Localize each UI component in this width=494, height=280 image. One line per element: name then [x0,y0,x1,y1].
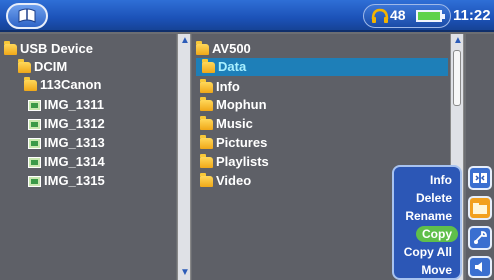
list-item[interactable]: Info [200,78,240,96]
folder-icon [4,40,17,55]
list-item-label: Playlists [216,154,269,169]
image-file-icon [28,137,41,149]
folder-icon [200,172,213,187]
folder-icon [200,153,213,168]
image-file-icon [28,156,41,168]
list-item-selected[interactable]: Data [196,58,448,76]
speaker-icon [475,262,482,272]
folder-icon [202,58,215,73]
folder-icon [200,115,213,130]
image-file-icon [28,118,41,130]
list-item-label: IMG_1315 [44,173,105,188]
list-item-label: AV500 [212,41,251,56]
list-item-label: DCIM [34,59,68,74]
folder-icon [18,58,31,73]
settings-button[interactable] [468,226,492,250]
context-menu: Info Delete Rename Copy Copy All Move [392,165,462,280]
list-item[interactable]: IMG_1314 [28,153,105,171]
menu-item-copy[interactable]: Copy [416,226,458,242]
list-item-label: IMG_1311 [44,97,104,112]
list-item-label: Video [216,173,252,188]
folder-icon [473,203,487,214]
split-view-icon [473,173,487,183]
list-item-label: Pictures [216,135,268,150]
list-item[interactable]: Playlists [200,153,269,171]
list-item-label: IMG_1314 [44,154,105,169]
folder-icon [200,78,213,93]
list-item-label: IMG_1313 [44,135,105,150]
folder-icon [24,76,37,91]
list-item-label: Data [218,59,247,74]
list-item-label: USB Device [20,41,93,56]
list-item-label: Info [216,79,240,94]
list-item[interactable]: Music [200,115,253,133]
menu-item-copy-all[interactable]: Copy All [404,244,452,260]
status-bar: 48 11:22 [0,0,494,32]
scroll-up-icon[interactable]: ▲ [180,36,190,46]
folder-icon [200,134,213,149]
list-item[interactable]: Video [200,172,251,190]
home-button[interactable] [6,3,48,29]
list-item[interactable]: IMG_1311 [28,96,104,114]
list-item[interactable]: IMG_1315 [28,172,105,190]
list-item-label: Mophun [216,97,267,112]
folder-button[interactable] [468,196,492,220]
volume-level: 48 [390,7,406,23]
scroll-down-icon[interactable]: ▼ [180,268,190,278]
clock: 11:22 [453,7,491,24]
list-item[interactable]: Pictures [200,134,267,152]
left-scrollbar[interactable]: ▲ ▼ [177,34,191,280]
scroll-thumb[interactable] [453,50,461,106]
folder-icon [200,96,213,111]
image-file-icon [28,175,41,187]
list-item[interactable]: 113Canon [24,76,101,94]
folder-icon [196,40,209,55]
list-item[interactable]: Mophun [200,96,267,114]
image-file-icon [28,99,41,111]
speaker-button[interactable] [468,256,492,278]
list-item[interactable]: IMG_1313 [28,134,105,152]
list-item-label: Music [216,116,253,131]
split-view-button[interactable] [468,166,492,190]
archos-home-icon [18,8,36,23]
menu-item-info[interactable]: Info [430,172,452,188]
list-item-label: 113Canon [40,77,102,92]
menu-item-delete[interactable]: Delete [416,190,452,206]
battery-icon [416,10,445,22]
list-item[interactable]: DCIM [18,58,67,76]
menu-item-move[interactable]: Move [421,262,452,278]
scroll-up-icon[interactable]: ▲ [453,36,463,46]
list-item[interactable]: AV500 [196,40,251,58]
menu-item-rename[interactable]: Rename [405,208,452,224]
list-item-label: IMG_1312 [44,116,105,131]
headphone-icon [371,8,389,23]
list-item[interactable]: USB Device [4,40,93,58]
list-item[interactable]: IMG_1312 [28,115,105,133]
settings-icon [474,231,487,244]
